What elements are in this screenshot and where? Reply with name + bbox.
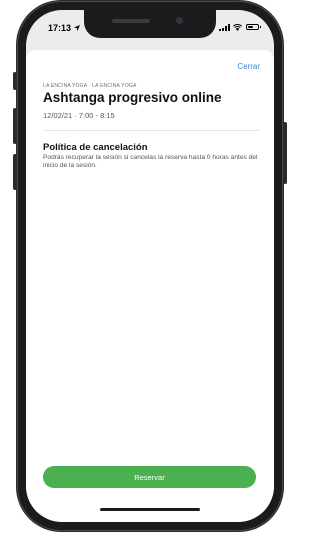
studio-name: LA ENCINA YOGA · LA ENCINA YOGA <box>43 83 137 89</box>
cellular-signal-icon <box>219 24 230 31</box>
location-arrow-icon <box>73 25 80 31</box>
status-bar-indicators <box>219 24 242 31</box>
status-time-text: 17:13 <box>48 23 72 33</box>
wifi-icon <box>233 24 242 31</box>
notch <box>84 10 216 38</box>
power-button <box>283 122 287 184</box>
reserve-button-label: Reservar <box>134 472 165 482</box>
cancellation-policy-text: Podrás recuperar la sesión si cancelas l… <box>43 154 258 169</box>
battery-level <box>248 26 253 28</box>
class-datetime: 12/02/21 · 7:00 - 8:15 <box>43 111 115 120</box>
class-title: Ashtanga progresivo online <box>43 90 222 105</box>
status-bar-time: 17:13 <box>48 23 80 33</box>
divider <box>43 130 260 131</box>
reserve-button[interactable]: Reservar <box>43 466 256 488</box>
close-button[interactable]: Cerrar <box>237 62 260 71</box>
home-indicator[interactable] <box>100 508 200 511</box>
speaker-grille <box>112 19 150 23</box>
class-detail-sheet: Cerrar LA ENCINA YOGA · LA ENCINA YOGA A… <box>26 50 274 522</box>
front-camera <box>176 17 183 24</box>
phone-screen: 17:13 Cerrar LA ENCINA YOGA · LA ENCINA … <box>26 10 274 522</box>
stage: 17:13 Cerrar LA ENCINA YOGA · LA ENCINA … <box>0 0 300 533</box>
battery-icon <box>246 24 261 30</box>
cancellation-policy-title: Política de cancelación <box>43 142 148 153</box>
